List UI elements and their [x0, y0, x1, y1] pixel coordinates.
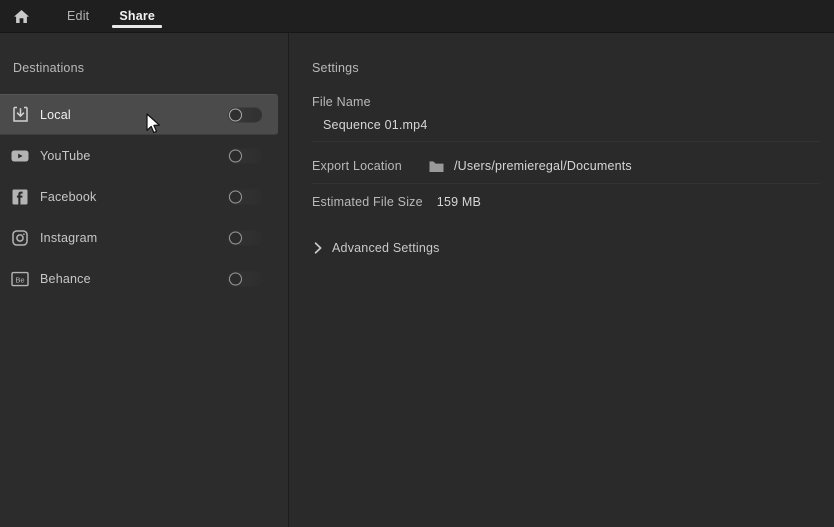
sidebar-item-facebook[interactable]: Facebook — [0, 176, 278, 217]
tab-share-label: Share — [119, 9, 156, 23]
destinations-heading: Destinations — [13, 61, 85, 75]
tab-share[interactable]: Share — [111, 0, 163, 33]
destinations-list: Local YouTube Facebook Instagram Be Beha… — [0, 94, 289, 299]
export-location-label: Export Location — [312, 159, 402, 173]
toggle-instagram-knob — [229, 231, 242, 244]
download-tray-icon — [10, 105, 30, 125]
youtube-icon — [10, 146, 30, 166]
tab-edit-label: Edit — [67, 9, 90, 23]
behance-icon: Be — [10, 269, 30, 289]
toggle-local[interactable] — [228, 107, 262, 122]
sidebar-item-youtube-label: YouTube — [40, 148, 91, 163]
toggle-local-knob — [229, 108, 242, 121]
estimated-file-size-row: Estimated File Size 159 MB — [312, 195, 481, 209]
home-button[interactable] — [4, 0, 38, 33]
sidebar-item-youtube[interactable]: YouTube — [0, 135, 278, 176]
sidebar-item-instagram-label: Instagram — [40, 230, 98, 245]
toggle-instagram[interactable] — [228, 230, 262, 245]
home-icon — [13, 9, 30, 24]
instagram-icon — [10, 228, 30, 248]
toggle-youtube[interactable] — [228, 148, 262, 163]
top-nav-bar: Edit Share — [0, 0, 834, 33]
chevron-right-icon — [312, 242, 324, 254]
sidebar-item-local-label: Local — [40, 107, 71, 122]
toggle-facebook-knob — [229, 190, 242, 203]
destinations-sidebar: Destinations Local YouTube Facebook Inst… — [0, 33, 289, 527]
sidebar-item-local[interactable]: Local — [0, 94, 278, 135]
advanced-settings-toggle[interactable]: Advanced Settings — [312, 241, 440, 255]
estimated-file-size-value: 159 MB — [436, 195, 482, 209]
export-location-value[interactable]: /Users/premieregal/Documents — [454, 159, 632, 173]
facebook-icon — [10, 187, 30, 207]
share-export-window: Edit Share Destinations Local YouTube Fa… — [0, 0, 834, 527]
toggle-behance[interactable] — [228, 271, 262, 286]
content-area: Destinations Local YouTube Facebook Inst… — [0, 33, 834, 527]
settings-heading: Settings — [312, 61, 359, 75]
sidebar-item-behance[interactable]: Be Behance — [0, 258, 278, 299]
sidebar-item-facebook-label: Facebook — [40, 189, 97, 204]
divider-1 — [312, 141, 820, 142]
toggle-facebook[interactable] — [228, 189, 262, 204]
sidebar-item-behance-label: Behance — [40, 271, 91, 286]
file-name-value[interactable]: Sequence 01.mp4 — [323, 118, 427, 132]
toggle-youtube-knob — [229, 149, 242, 162]
estimated-file-size-label: Estimated File Size — [312, 195, 423, 209]
tab-edit[interactable]: Edit — [59, 0, 97, 33]
sidebar-item-instagram[interactable]: Instagram — [0, 217, 278, 258]
svg-text:Be: Be — [15, 275, 24, 284]
toggle-behance-knob — [229, 272, 242, 285]
settings-panel: Settings File Name Sequence 01.mp4 Expor… — [290, 33, 834, 527]
folder-icon[interactable] — [428, 159, 444, 173]
export-location-row: Export Location /Users/premieregal/Docum… — [312, 159, 632, 173]
advanced-settings-label: Advanced Settings — [332, 241, 440, 255]
file-name-label: File Name — [312, 95, 371, 109]
divider-2 — [312, 183, 820, 184]
